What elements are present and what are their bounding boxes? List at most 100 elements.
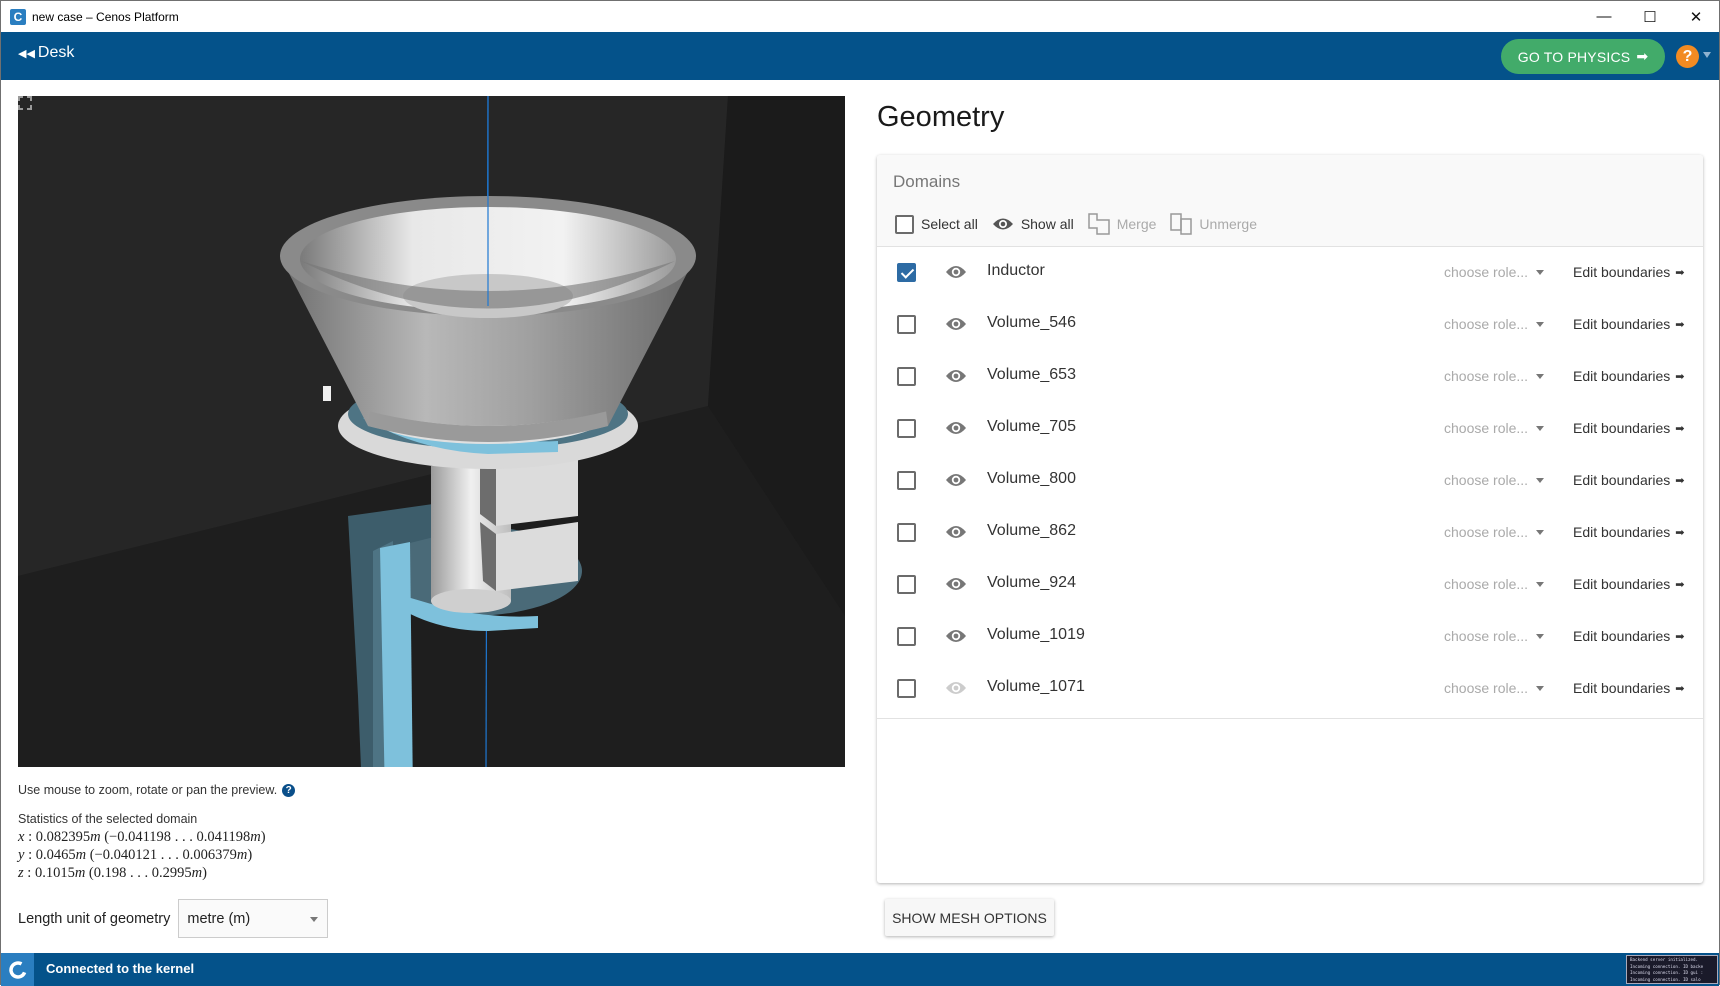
visibility-eye-icon[interactable] — [945, 680, 967, 696]
help-button[interactable]: ? — [1676, 45, 1699, 68]
role-select[interactable]: choose role... — [1444, 628, 1545, 644]
cenos-logo-icon — [1, 953, 34, 986]
edit-boundaries-label: Edit boundaries — [1573, 524, 1671, 540]
domain-row[interactable]: Volume_653 choose role... Edit boundaries ➡ — [877, 351, 1703, 403]
geometry-3d-preview[interactable] — [18, 96, 845, 767]
edit-boundaries-link[interactable]: Edit boundaries ➡ — [1573, 472, 1685, 488]
role-select[interactable]: choose role... — [1444, 316, 1545, 332]
visibility-eye-icon[interactable] — [945, 368, 967, 384]
help-dropdown-caret-icon[interactable] — [1703, 52, 1711, 58]
stat-z-unit2: m — [191, 865, 203, 881]
chevron-down-icon — [310, 917, 319, 922]
help-circle-icon[interactable]: ? — [282, 783, 296, 797]
domain-checkbox[interactable] — [897, 627, 916, 646]
domain-checkbox[interactable] — [897, 367, 916, 386]
chevron-down-icon — [1536, 321, 1545, 327]
arrow-right-icon: ➡ — [1675, 318, 1685, 331]
domain-checkbox[interactable] — [897, 419, 916, 438]
back-to-desk-link[interactable]: ◀◀ Desk — [18, 44, 74, 62]
role-select[interactable]: choose role... — [1444, 524, 1545, 540]
domain-row[interactable]: Volume_862 choose role... Edit boundaries ➡ — [877, 507, 1703, 559]
stats-title: Statistics of the selected domain — [18, 812, 198, 826]
domain-row[interactable]: Volume_705 choose role... Edit boundaries ➡ — [877, 403, 1703, 455]
show-all-button[interactable]: Show all — [992, 216, 1074, 232]
domain-row[interactable]: Volume_1071 choose role... Edit boundaries… — [877, 663, 1703, 715]
length-unit-select[interactable]: metre (m) — [178, 899, 329, 938]
role-select[interactable]: choose role... — [1444, 576, 1545, 592]
edit-boundaries-label: Edit boundaries — [1573, 420, 1671, 436]
domain-name: Volume_546 — [987, 314, 1076, 331]
visibility-eye-icon[interactable] — [945, 524, 967, 540]
bracket-front — [380, 542, 413, 767]
domain-checkbox[interactable] — [897, 315, 916, 334]
edit-boundaries-link[interactable]: Edit boundaries ➡ — [1573, 524, 1685, 540]
edit-boundaries-link[interactable]: Edit boundaries ➡ — [1573, 420, 1685, 436]
domain-checkbox[interactable] — [897, 471, 916, 490]
minimize-button[interactable]: — — [1581, 1, 1627, 32]
visibility-eye-icon[interactable] — [945, 264, 967, 280]
role-select[interactable]: choose role... — [1444, 264, 1545, 280]
top-nav-bar: ◀◀ Desk GO TO PHYSICS ➡ ? — [1, 32, 1719, 80]
ring-gap-edge — [323, 386, 331, 401]
edit-boundaries-label: Edit boundaries — [1573, 680, 1671, 696]
domain-row[interactable]: Volume_546 choose role... Edit boundaries ➡ — [877, 299, 1703, 351]
domain-checkbox[interactable] — [897, 523, 916, 542]
domain-checkbox[interactable] — [897, 263, 916, 282]
edit-boundaries-link[interactable]: Edit boundaries ➡ — [1573, 264, 1685, 280]
stat-x-unit2: m — [250, 829, 261, 845]
chevron-down-icon — [1536, 685, 1545, 691]
role-select[interactable]: choose role... — [1444, 680, 1545, 696]
show-all-label: Show all — [1020, 216, 1074, 232]
domain-checkbox[interactable] — [897, 679, 916, 698]
maximize-button[interactable]: ☐ — [1627, 1, 1673, 32]
arrow-right-icon: ➡ — [1675, 266, 1685, 279]
stat-z-unit: m — [74, 865, 86, 881]
visibility-eye-icon[interactable] — [945, 420, 967, 436]
domain-row[interactable]: Inductor choose role... Edit boundaries ➡ — [877, 247, 1703, 299]
domain-checkbox[interactable] — [897, 575, 916, 594]
visibility-eye-icon[interactable] — [945, 628, 967, 644]
visibility-eye-icon[interactable] — [945, 316, 967, 332]
visibility-eye-icon[interactable] — [945, 576, 967, 592]
arrow-right-icon: ➡ — [1675, 578, 1685, 591]
close-button[interactable]: ✕ — [1673, 1, 1719, 32]
stat-x-size: 0.082395 — [35, 829, 91, 845]
fullscreen-icon[interactable] — [18, 96, 32, 110]
arrow-right-icon: ➡ — [1675, 630, 1685, 643]
domain-row[interactable]: Volume_924 choose role... Edit boundaries ➡ — [877, 559, 1703, 611]
stat-x-axis: x — [18, 829, 25, 845]
select-all-toggle[interactable]: Select all — [895, 214, 978, 234]
select-all-checkbox[interactable] — [895, 214, 914, 234]
console-line: Incoming connection. ID gui : — [1630, 970, 1704, 975]
role-placeholder: choose role... — [1444, 316, 1529, 332]
go-to-physics-button[interactable]: GO TO PHYSICS ➡ — [1501, 39, 1665, 74]
app-window: C new case – Cenos Platform — ☐ ✕ ◀◀ Des… — [0, 0, 1720, 986]
stat-z: z : 0.1015m (0.198 . . . 0.2995m) — [18, 865, 207, 881]
length-unit-row: Length unit of geometry metre (m) — [18, 899, 329, 938]
edit-boundaries-link[interactable]: Edit boundaries ➡ — [1573, 680, 1685, 696]
edit-boundaries-link[interactable]: Edit boundaries ➡ — [1573, 316, 1685, 332]
unmerge-button[interactable]: Unmerge — [1170, 213, 1257, 235]
preview-hint: Use mouse to zoom, rotate or pan the pre… — [18, 783, 296, 797]
console-line: Incoming connection. ID salo — [1630, 976, 1701, 982]
edit-boundaries-label: Edit boundaries — [1573, 368, 1671, 384]
edit-boundaries-link[interactable]: Edit boundaries ➡ — [1573, 576, 1685, 592]
show-mesh-options-button[interactable]: SHOW MESH OPTIONS — [885, 899, 1054, 936]
stat-y-min: −0.040121 — [94, 847, 158, 863]
edit-boundaries-link[interactable]: Edit boundaries ➡ — [1573, 628, 1685, 644]
domain-row[interactable]: Volume_1019 choose role... Edit boundaries… — [877, 611, 1703, 663]
merge-button[interactable]: Merge — [1087, 213, 1156, 235]
role-placeholder: choose role... — [1444, 264, 1529, 280]
desk-label: Desk — [37, 44, 75, 61]
stat-y-max: 0.006379 — [182, 847, 237, 863]
role-select[interactable]: choose role... — [1444, 368, 1545, 384]
domain-row[interactable]: Volume_800 choose role... Edit boundaries ➡ — [877, 455, 1703, 507]
visibility-eye-icon[interactable] — [945, 472, 967, 488]
console-log[interactable]: Backend server initialized. Incoming con… — [1626, 955, 1718, 984]
role-select[interactable]: choose role... — [1444, 472, 1545, 488]
domain-name: Volume_924 — [987, 574, 1076, 591]
unmerge-icon — [1170, 213, 1193, 235]
role-select[interactable]: choose role... — [1444, 420, 1545, 436]
edit-boundaries-link[interactable]: Edit boundaries ➡ — [1573, 368, 1685, 384]
domain-name: Volume_1071 — [987, 678, 1085, 695]
